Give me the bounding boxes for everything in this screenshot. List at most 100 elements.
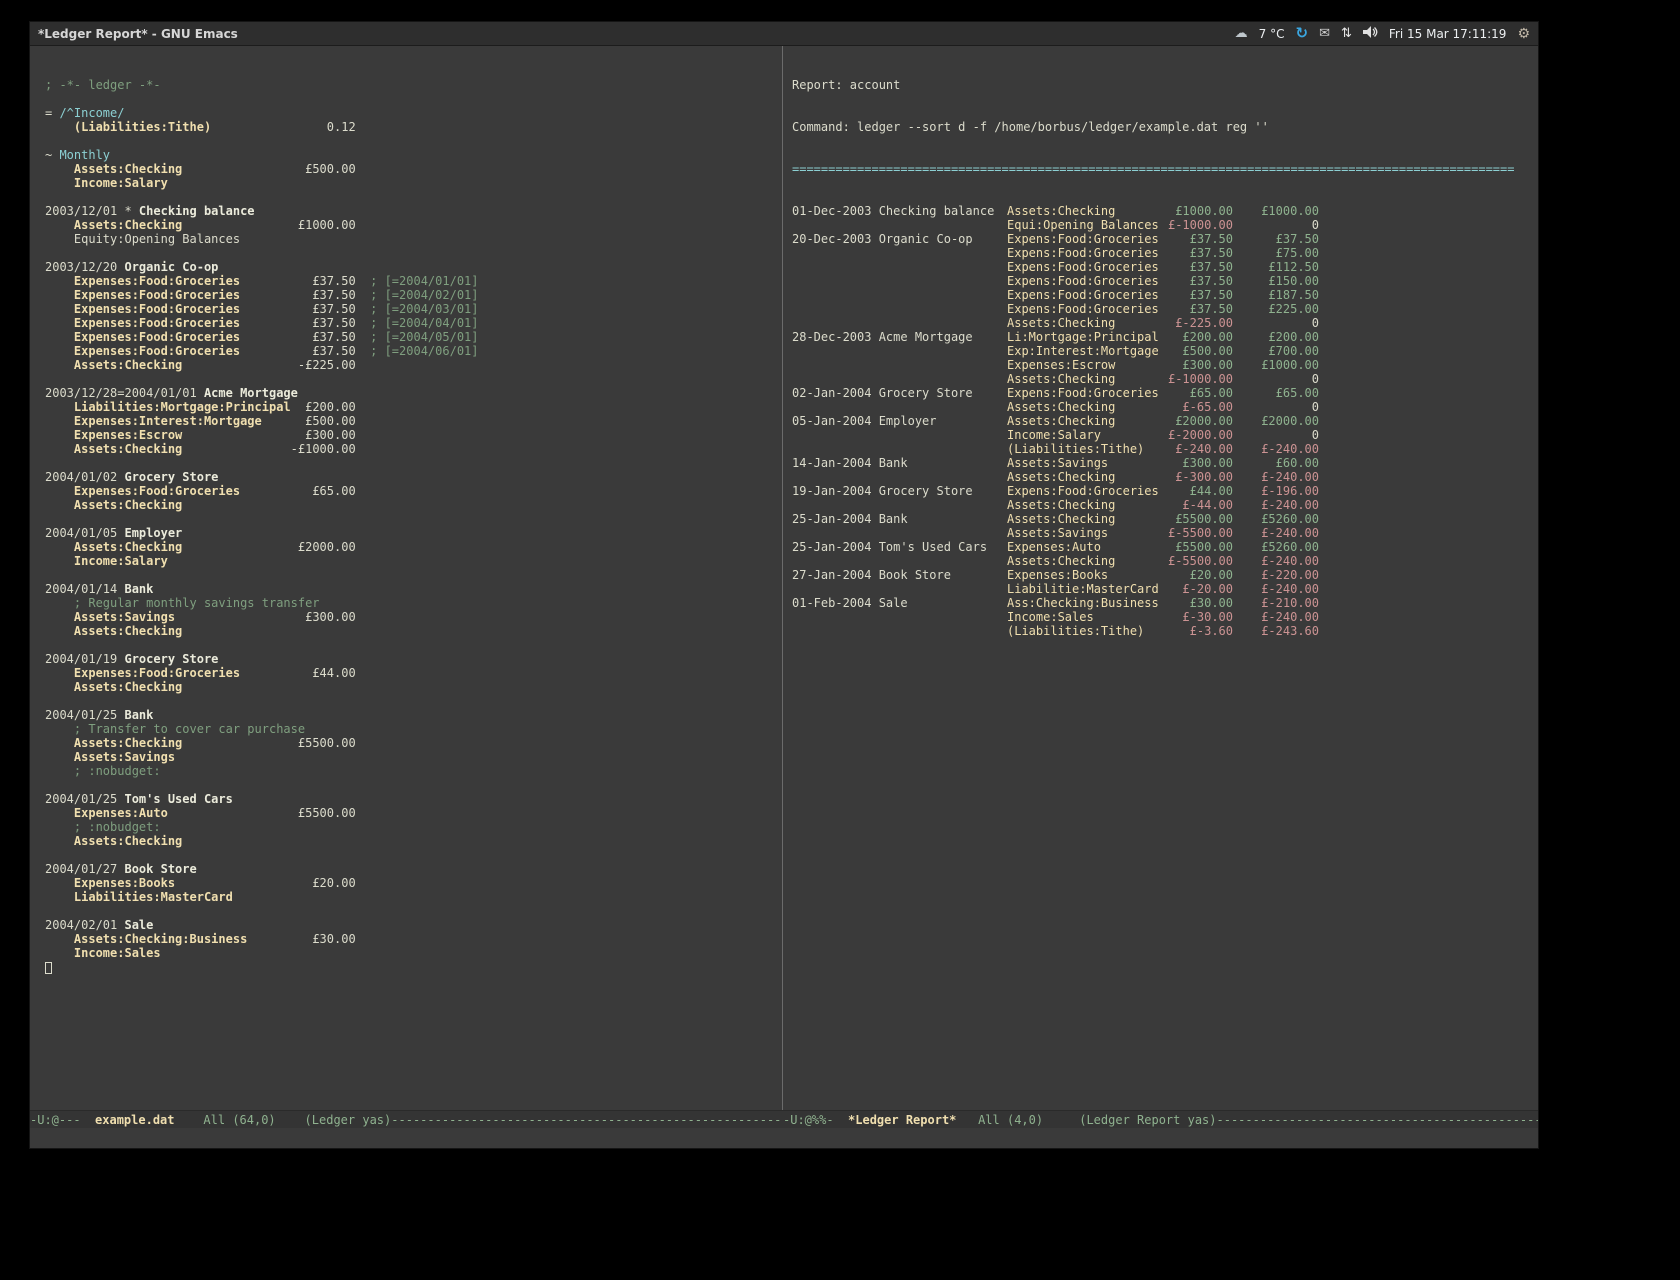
source-line[interactable]: Assets:Checking	[45, 834, 782, 848]
source-line[interactable]: Assets:Checking £5500.00	[45, 736, 782, 750]
modeline-source[interactable]: -U:@--- example.dat All (64,0) (Ledger y…	[30, 1110, 783, 1128]
source-line[interactable]: Income:Salary	[45, 176, 782, 190]
mail-icon[interactable]: ✉	[1319, 27, 1330, 40]
source-line[interactable]: Liabilities:MasterCard	[45, 890, 782, 904]
volume-icon[interactable]	[1363, 26, 1378, 41]
weather-icon[interactable]: ☁	[1235, 27, 1248, 40]
report-row[interactable]: Assets:Checking£-44.00£-240.00	[792, 498, 1538, 512]
source-line[interactable]: ; :nobudget:	[45, 820, 782, 834]
report-row[interactable]: Income:Sales£-30.00£-240.00	[792, 610, 1538, 624]
report-row[interactable]: Assets:Savings£-5500.00£-240.00	[792, 526, 1538, 540]
source-line[interactable]: 2004/01/05 Employer	[45, 526, 782, 540]
report-row[interactable]: 05-Jan-2004 EmployerAssets:Checking£2000…	[792, 414, 1538, 428]
source-line[interactable]: 2004/01/14 Bank	[45, 582, 782, 596]
source-line[interactable]: Equity:Opening Balances	[45, 232, 782, 246]
report-row[interactable]: 19-Jan-2004 Grocery StoreExpens:Food:Gro…	[792, 484, 1538, 498]
network-icon[interactable]: ⇅	[1341, 27, 1352, 40]
report-row[interactable]: Assets:Checking£-65.000	[792, 400, 1538, 414]
source-line[interactable]: Expenses:Food:Groceries £37.50 ; [=2004/…	[45, 302, 782, 316]
source-line[interactable]: 2004/01/19 Grocery Store	[45, 652, 782, 666]
source-line[interactable]: 2004/02/01 Sale	[45, 918, 782, 932]
report-row[interactable]: Assets:Checking£-225.000	[792, 316, 1538, 330]
source-line[interactable]: Expenses:Food:Groceries £37.50 ; [=2004/…	[45, 316, 782, 330]
source-line[interactable]: ; -*- ledger -*-	[45, 78, 782, 92]
report-row[interactable]: Expens:Food:Groceries£37.50£225.00	[792, 302, 1538, 316]
report-row[interactable]: Expens:Food:Groceries£37.50£150.00	[792, 274, 1538, 288]
source-line[interactable]: Assets:Checking	[45, 624, 782, 638]
source-line[interactable]: Expenses:Food:Groceries £37.50 ; [=2004/…	[45, 288, 782, 302]
source-line[interactable]	[45, 568, 782, 582]
ledger-report-window[interactable]: Report: account Command: ledger --sort d…	[783, 46, 1538, 1110]
source-line[interactable]: Assets:Savings	[45, 750, 782, 764]
source-line[interactable]	[45, 134, 782, 148]
source-line[interactable]: 2003/12/20 Organic Co-op	[45, 260, 782, 274]
clock-label[interactable]: Fri 15 Mar 17:11:19	[1389, 27, 1507, 41]
source-line[interactable]: Expenses:Interest:Mortgage £500.00	[45, 414, 782, 428]
source-line[interactable]: 2004/01/25 Tom's Used Cars	[45, 792, 782, 806]
source-line[interactable]: 2004/01/27 Book Store	[45, 862, 782, 876]
report-row[interactable]: (Liabilities:Tithe)£-240.00£-240.00	[792, 442, 1538, 456]
report-row[interactable]: Expens:Food:Groceries£37.50£187.50	[792, 288, 1538, 302]
source-line[interactable]: Assets:Checking £1000.00	[45, 218, 782, 232]
source-line[interactable]: Expenses:Food:Groceries £65.00	[45, 484, 782, 498]
report-row[interactable]: Expens:Food:Groceries£37.50£112.50	[792, 260, 1538, 274]
source-line[interactable]	[45, 512, 782, 526]
report-row[interactable]: 25-Jan-2004 BankAssets:Checking£5500.00£…	[792, 512, 1538, 526]
report-row[interactable]: 28-Dec-2003 Acme MortgageLi:Mortgage:Pri…	[792, 330, 1538, 344]
source-line[interactable]: Expenses:Auto £5500.00	[45, 806, 782, 820]
source-line[interactable]: Assets:Checking -£225.00	[45, 358, 782, 372]
report-row[interactable]: Liabilitie:MasterCard£-20.00£-240.00	[792, 582, 1538, 596]
source-line[interactable]: (Liabilities:Tithe) 0.12	[45, 120, 782, 134]
source-line[interactable]: Assets:Checking	[45, 498, 782, 512]
report-row[interactable]: 02-Jan-2004 Grocery StoreExpens:Food:Gro…	[792, 386, 1538, 400]
source-line[interactable]	[45, 960, 782, 974]
source-line[interactable]	[45, 92, 782, 106]
report-row[interactable]: Exp:Interest:Mortgage£500.00£700.00	[792, 344, 1538, 358]
source-line[interactable]: Expenses:Food:Groceries £37.50 ; [=2004/…	[45, 330, 782, 344]
source-line[interactable]: Expenses:Escrow £300.00	[45, 428, 782, 442]
report-row[interactable]: 20-Dec-2003 Organic Co-opExpens:Food:Gro…	[792, 232, 1538, 246]
source-line[interactable]: 2003/12/28=2004/01/01 Acme Mortgage	[45, 386, 782, 400]
source-line[interactable]: Assets:Checking:Business £30.00	[45, 932, 782, 946]
report-row[interactable]: 27-Jan-2004 Book StoreExpenses:Books£20.…	[792, 568, 1538, 582]
source-line[interactable]: Assets:Savings £300.00	[45, 610, 782, 624]
source-line[interactable]: Liabilities:Mortgage:Principal £200.00	[45, 400, 782, 414]
report-row[interactable]: Expenses:Escrow£300.00£1000.00	[792, 358, 1538, 372]
source-line[interactable]: Assets:Checking £500.00	[45, 162, 782, 176]
source-line[interactable]: Assets:Checking -£1000.00	[45, 442, 782, 456]
refresh-icon[interactable]: ↻	[1296, 26, 1309, 41]
report-row[interactable]: Income:Salary£-2000.000	[792, 428, 1538, 442]
source-line[interactable]: ~ Monthly	[45, 148, 782, 162]
report-row[interactable]: Assets:Checking£-300.00£-240.00	[792, 470, 1538, 484]
report-row[interactable]: Assets:Checking£-1000.000	[792, 372, 1538, 386]
source-line[interactable]: Income:Salary	[45, 554, 782, 568]
source-line[interactable]: Income:Sales	[45, 946, 782, 960]
source-line[interactable]	[45, 848, 782, 862]
source-line[interactable]	[45, 694, 782, 708]
source-line[interactable]	[45, 638, 782, 652]
report-row[interactable]: Expens:Food:Groceries£37.50£75.00	[792, 246, 1538, 260]
source-line[interactable]: 2003/12/01 * Checking balance	[45, 204, 782, 218]
ledger-source-window[interactable]: ; -*- ledger -*- = /^Income/ (Liabilities…	[30, 46, 782, 1110]
source-line[interactable]: Assets:Checking £2000.00	[45, 540, 782, 554]
source-line[interactable]	[45, 904, 782, 918]
minibuffer[interactable]	[30, 1128, 1538, 1148]
source-line[interactable]: Expenses:Food:Groceries £37.50 ; [=2004/…	[45, 274, 782, 288]
source-line[interactable]: ; :nobudget:	[45, 764, 782, 778]
source-line[interactable]: ; Regular monthly savings transfer	[45, 596, 782, 610]
source-line[interactable]: 2004/01/25 Bank	[45, 708, 782, 722]
gear-icon[interactable]: ⚙	[1517, 27, 1530, 41]
window-titlebar[interactable]: *Ledger Report* - GNU Emacs ☁ 7 °C ↻ ✉ ⇅…	[30, 22, 1538, 46]
report-row[interactable]: 01-Feb-2004 SaleAss:Checking:Business£30…	[792, 596, 1538, 610]
source-line[interactable]: Expenses:Books £20.00	[45, 876, 782, 890]
source-line[interactable]: = /^Income/	[45, 106, 782, 120]
source-line[interactable]: Expenses:Food:Groceries £37.50 ; [=2004/…	[45, 344, 782, 358]
report-row[interactable]: 01-Dec-2003 Checking balanceAssets:Check…	[792, 204, 1538, 218]
source-line[interactable]: ; Transfer to cover car purchase	[45, 722, 782, 736]
report-row[interactable]: 14-Jan-2004 BankAssets:Savings£300.00£60…	[792, 456, 1538, 470]
source-line[interactable]	[45, 190, 782, 204]
source-line[interactable]	[45, 778, 782, 792]
report-row[interactable]: 25-Jan-2004 Tom's Used CarsExpenses:Auto…	[792, 540, 1538, 554]
report-row[interactable]: Assets:Checking£-5500.00£-240.00	[792, 554, 1538, 568]
source-line[interactable]: 2004/01/02 Grocery Store	[45, 470, 782, 484]
